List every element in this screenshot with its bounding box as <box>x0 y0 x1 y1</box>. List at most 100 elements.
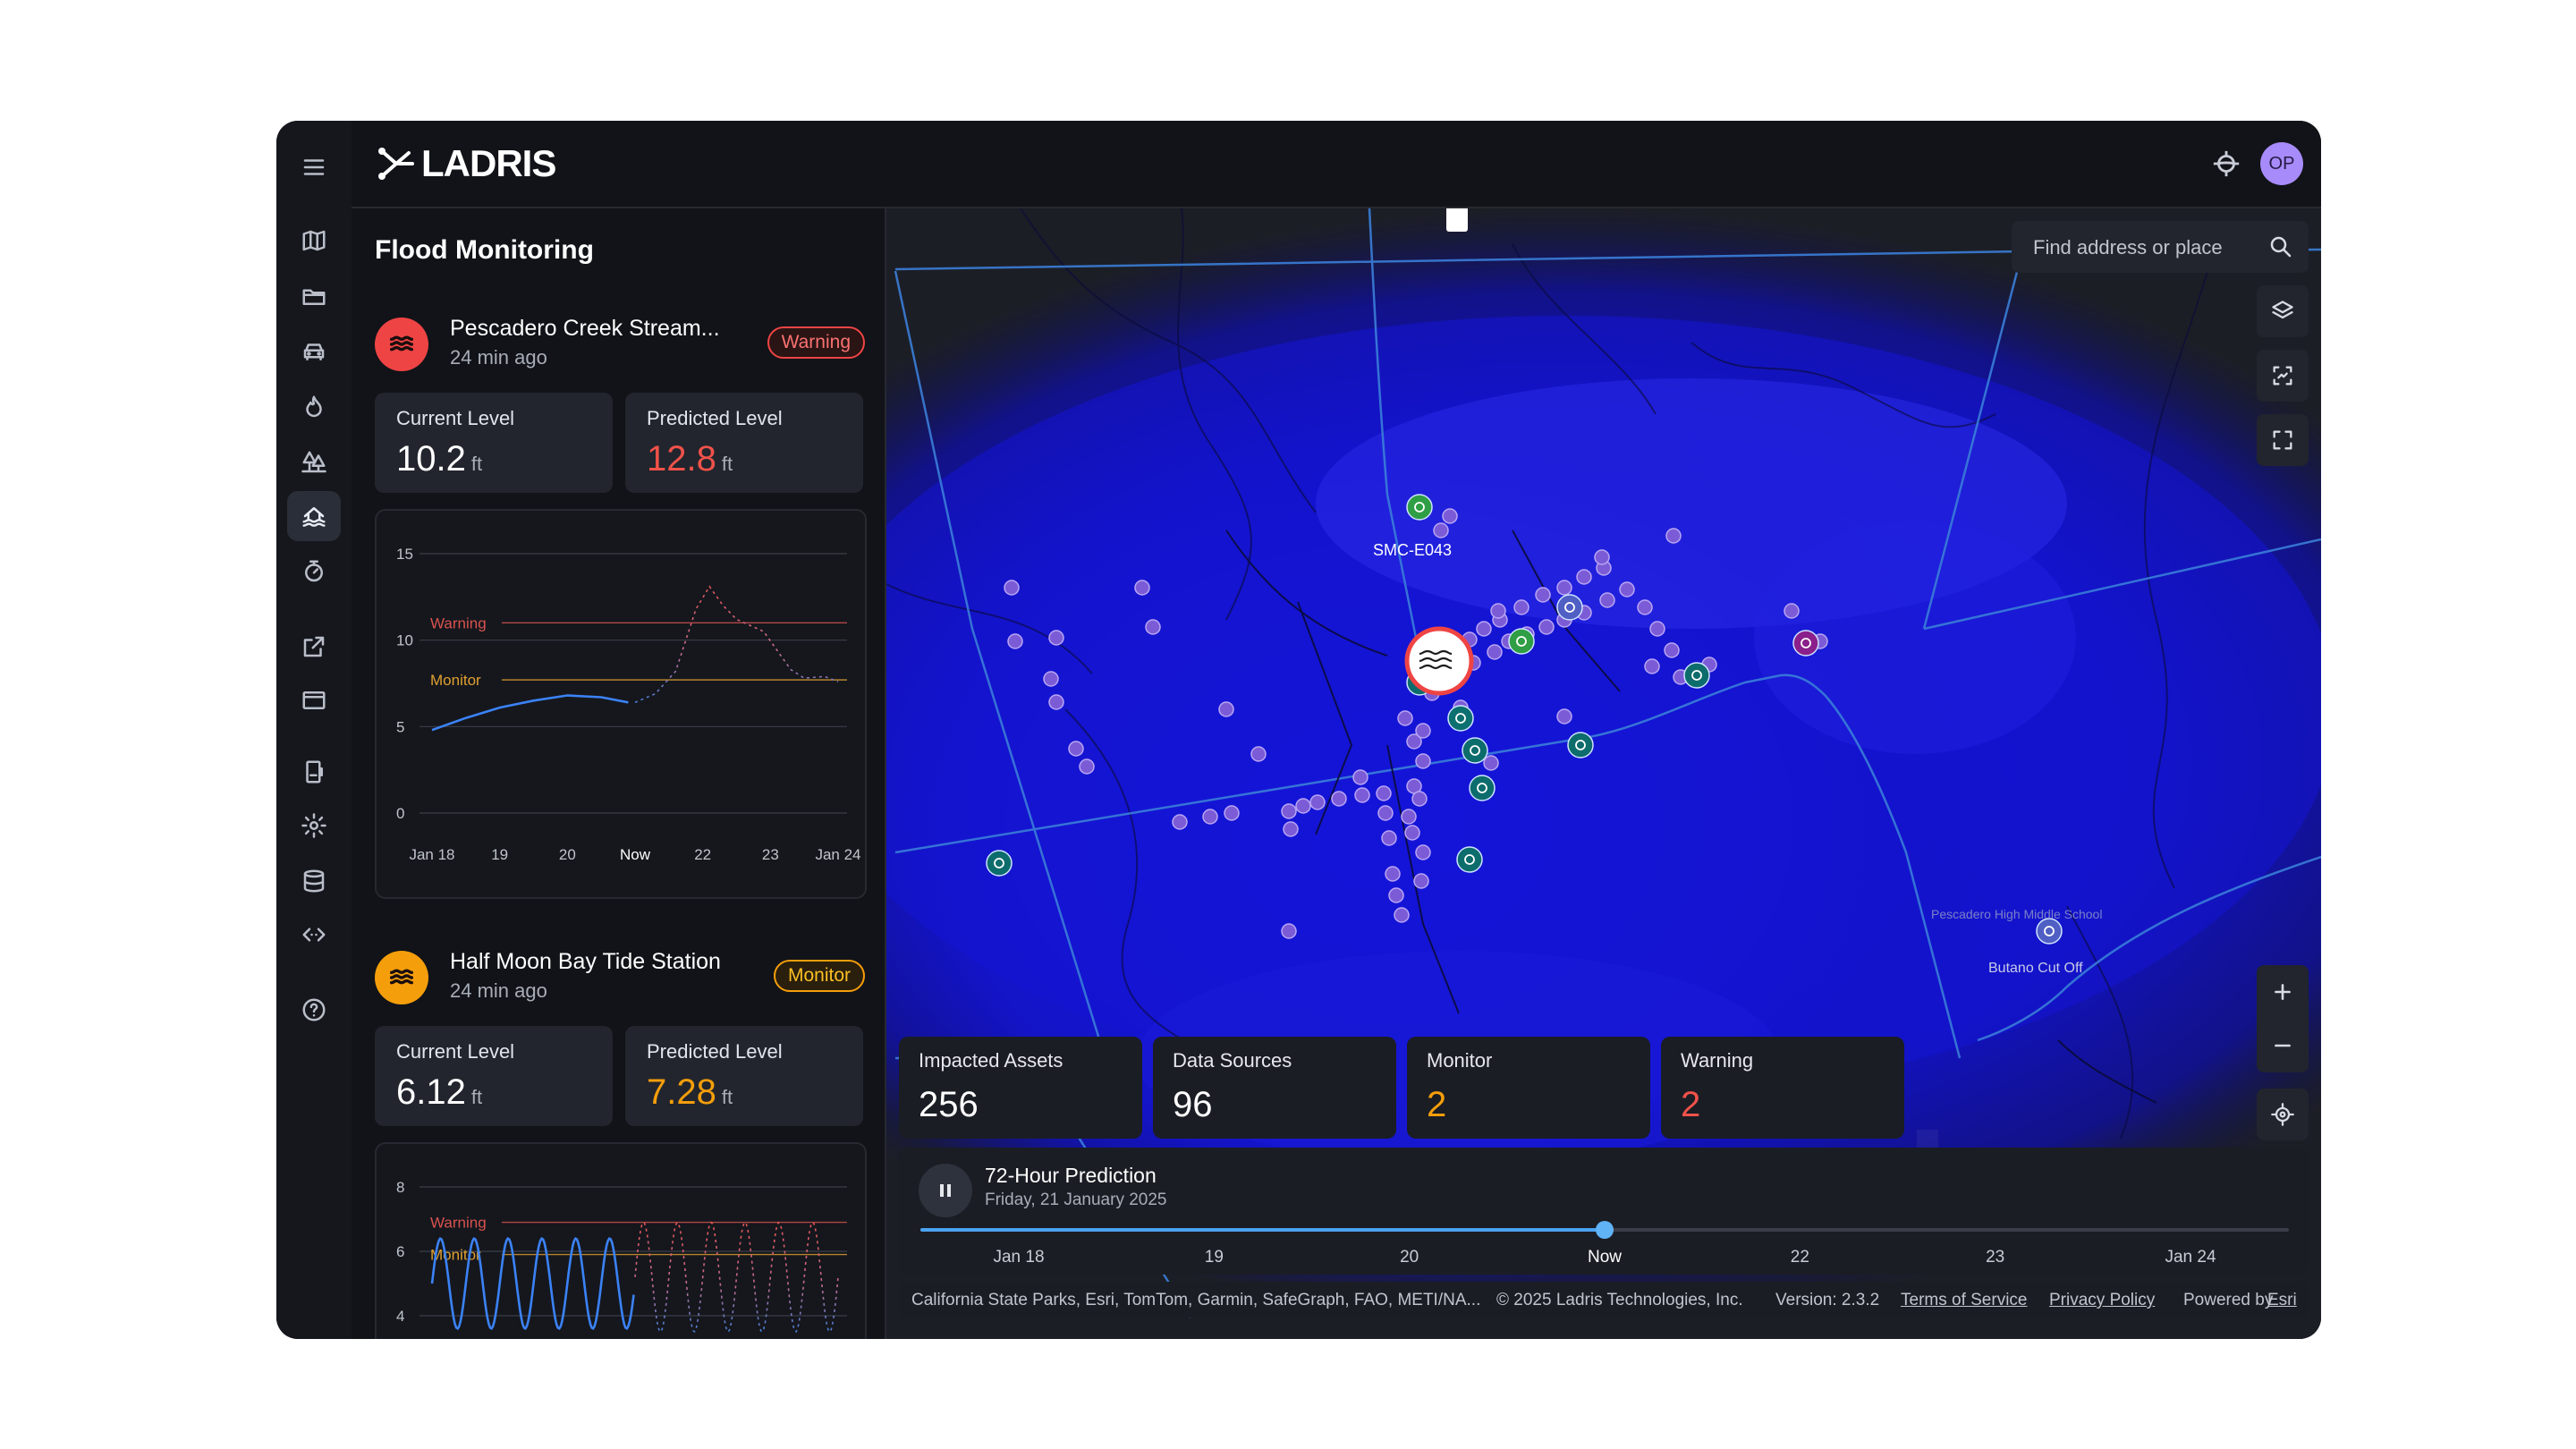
ladris-logo[interactable]: LADRIS <box>377 142 556 185</box>
asset-dot[interactable] <box>1535 587 1551 603</box>
school-icon[interactable] <box>2036 918 2063 945</box>
asset-dot[interactable] <box>1004 580 1020 596</box>
asset-dot[interactable] <box>1381 830 1397 846</box>
asset-dot[interactable] <box>1397 710 1413 726</box>
asset-dot[interactable] <box>1250 746 1267 762</box>
locate-button[interactable] <box>2257 1089 2309 1140</box>
asset-dot[interactable] <box>1415 844 1431 860</box>
asset-dot[interactable] <box>1377 805 1394 821</box>
shopping-cart-icon[interactable] <box>1567 732 1594 758</box>
asset-dot[interactable] <box>1404 825 1420 841</box>
trophy-icon[interactable] <box>1792 630 1819 657</box>
user-avatar[interactable]: OP <box>2260 142 2303 185</box>
external-link-icon[interactable] <box>287 622 341 672</box>
asset-dot[interactable] <box>1079 758 1095 775</box>
asset-dot[interactable] <box>1490 603 1506 619</box>
asset-dot[interactable] <box>1394 907 1410 923</box>
asset-dot[interactable] <box>1068 741 1084 757</box>
database-icon[interactable] <box>287 856 341 906</box>
asset-dot[interactable] <box>1331 791 1347 807</box>
fullscreen-button[interactable] <box>2257 414 2309 466</box>
asset-dot[interactable] <box>1172 814 1188 830</box>
car-icon[interactable] <box>287 326 341 377</box>
asset-dot[interactable] <box>1619 581 1635 597</box>
terms-link[interactable]: Terms of Service <box>1901 1291 2027 1310</box>
esri-link[interactable]: Esri <box>2267 1291 2297 1310</box>
asset-dot[interactable] <box>1309 794 1326 810</box>
flood-icon[interactable] <box>287 491 341 541</box>
asset-dot[interactable] <box>1202 809 1218 825</box>
asset-dot[interactable] <box>1594 549 1610 565</box>
warning-card[interactable]: Warning 2 <box>1661 1037 1904 1139</box>
asset-dot[interactable] <box>1415 723 1431 739</box>
flood-map[interactable]: SMC-E043 Pescadero High Middle School Bu… <box>886 208 2321 1339</box>
device-icon[interactable] <box>287 747 341 797</box>
zoom-out-button[interactable] <box>2257 1019 2309 1072</box>
timeline-thumb[interactable] <box>1596 1221 1614 1239</box>
asset-dot[interactable] <box>1295 798 1311 814</box>
restaurant-icon[interactable] <box>1447 705 1474 732</box>
asset-dot[interactable] <box>1664 642 1680 658</box>
zoom-in-button[interactable] <box>2257 965 2309 1019</box>
asset-dot[interactable] <box>1556 580 1572 596</box>
asset-dot[interactable] <box>1538 619 1555 635</box>
privacy-link[interactable]: Privacy Policy <box>2049 1291 2155 1310</box>
asset-dot[interactable] <box>1784 603 1800 619</box>
asset-dot[interactable] <box>1556 708 1572 724</box>
asset-dot[interactable] <box>1476 621 1492 637</box>
globe-icon[interactable] <box>2208 146 2244 182</box>
asset-dot[interactable] <box>1007 633 1023 649</box>
asset-dot[interactable] <box>1649 621 1665 637</box>
asset-dot[interactable] <box>1218 701 1234 717</box>
forest-icon[interactable] <box>287 437 341 487</box>
asset-dot[interactable] <box>1281 923 1297 939</box>
asset-dot[interactable] <box>1048 694 1064 710</box>
government-icon[interactable] <box>1456 846 1483 873</box>
menu-icon[interactable] <box>287 142 341 192</box>
asset-dot[interactable] <box>1415 753 1431 769</box>
asset-dot[interactable] <box>1487 644 1503 660</box>
asset-dot[interactable] <box>1283 821 1299 837</box>
folder-icon[interactable] <box>287 271 341 321</box>
fire-icon[interactable] <box>287 382 341 432</box>
asset-dot[interactable] <box>1665 528 1682 544</box>
asset-dot[interactable] <box>1352 769 1368 785</box>
select-area-button[interactable] <box>2257 350 2309 402</box>
timeline-track[interactable] <box>920 1221 2289 1239</box>
station-header[interactable]: Half Moon Bay Tide Station 24 min ago Mo… <box>375 947 865 1010</box>
pause-button[interactable] <box>919 1164 972 1217</box>
asset-dot[interactable] <box>1043 671 1059 687</box>
asset-dot[interactable] <box>1388 887 1404 903</box>
impacted-assets-card[interactable]: Impacted Assets 256 <box>899 1037 1142 1139</box>
asset-dot[interactable] <box>1442 508 1458 524</box>
layers-button[interactable] <box>2257 285 2309 337</box>
asset-dot[interactable] <box>1145 619 1161 635</box>
data-sources-card[interactable]: Data Sources 96 <box>1153 1037 1396 1139</box>
tree-icon[interactable] <box>1406 494 1433 521</box>
map-icon[interactable] <box>287 216 341 266</box>
asset-dot[interactable] <box>1048 630 1064 646</box>
code-icon[interactable] <box>287 910 341 960</box>
asset-dot[interactable] <box>1281 803 1297 819</box>
selected-station-marker[interactable] <box>1404 626 1474 696</box>
asset-dot[interactable] <box>1513 599 1530 615</box>
plant-icon[interactable] <box>1508 628 1535 655</box>
lab-icon[interactable] <box>1462 737 1488 764</box>
government-icon[interactable] <box>986 850 1013 877</box>
shopping-bag-icon[interactable] <box>1683 662 1710 689</box>
help-icon[interactable] <box>287 985 341 1035</box>
station-header[interactable]: Pescadero Creek Stream... 24 min ago War… <box>375 314 865 377</box>
asset-dot[interactable] <box>1599 592 1615 608</box>
asset-dot[interactable] <box>1401 809 1417 825</box>
asset-dot[interactable] <box>1413 873 1429 889</box>
asset-dot[interactable] <box>1354 787 1370 803</box>
asset-dot[interactable] <box>1385 866 1401 882</box>
asset-dot[interactable] <box>1134 580 1150 596</box>
asset-dot[interactable] <box>1376 785 1392 801</box>
monitor-card[interactable]: Monitor 2 <box>1407 1037 1650 1139</box>
search-icon[interactable] <box>2267 233 2294 260</box>
school-icon[interactable] <box>1556 594 1583 621</box>
window-icon[interactable] <box>287 675 341 725</box>
asset-dot[interactable] <box>1224 805 1240 821</box>
settings-icon[interactable] <box>287 801 341 851</box>
